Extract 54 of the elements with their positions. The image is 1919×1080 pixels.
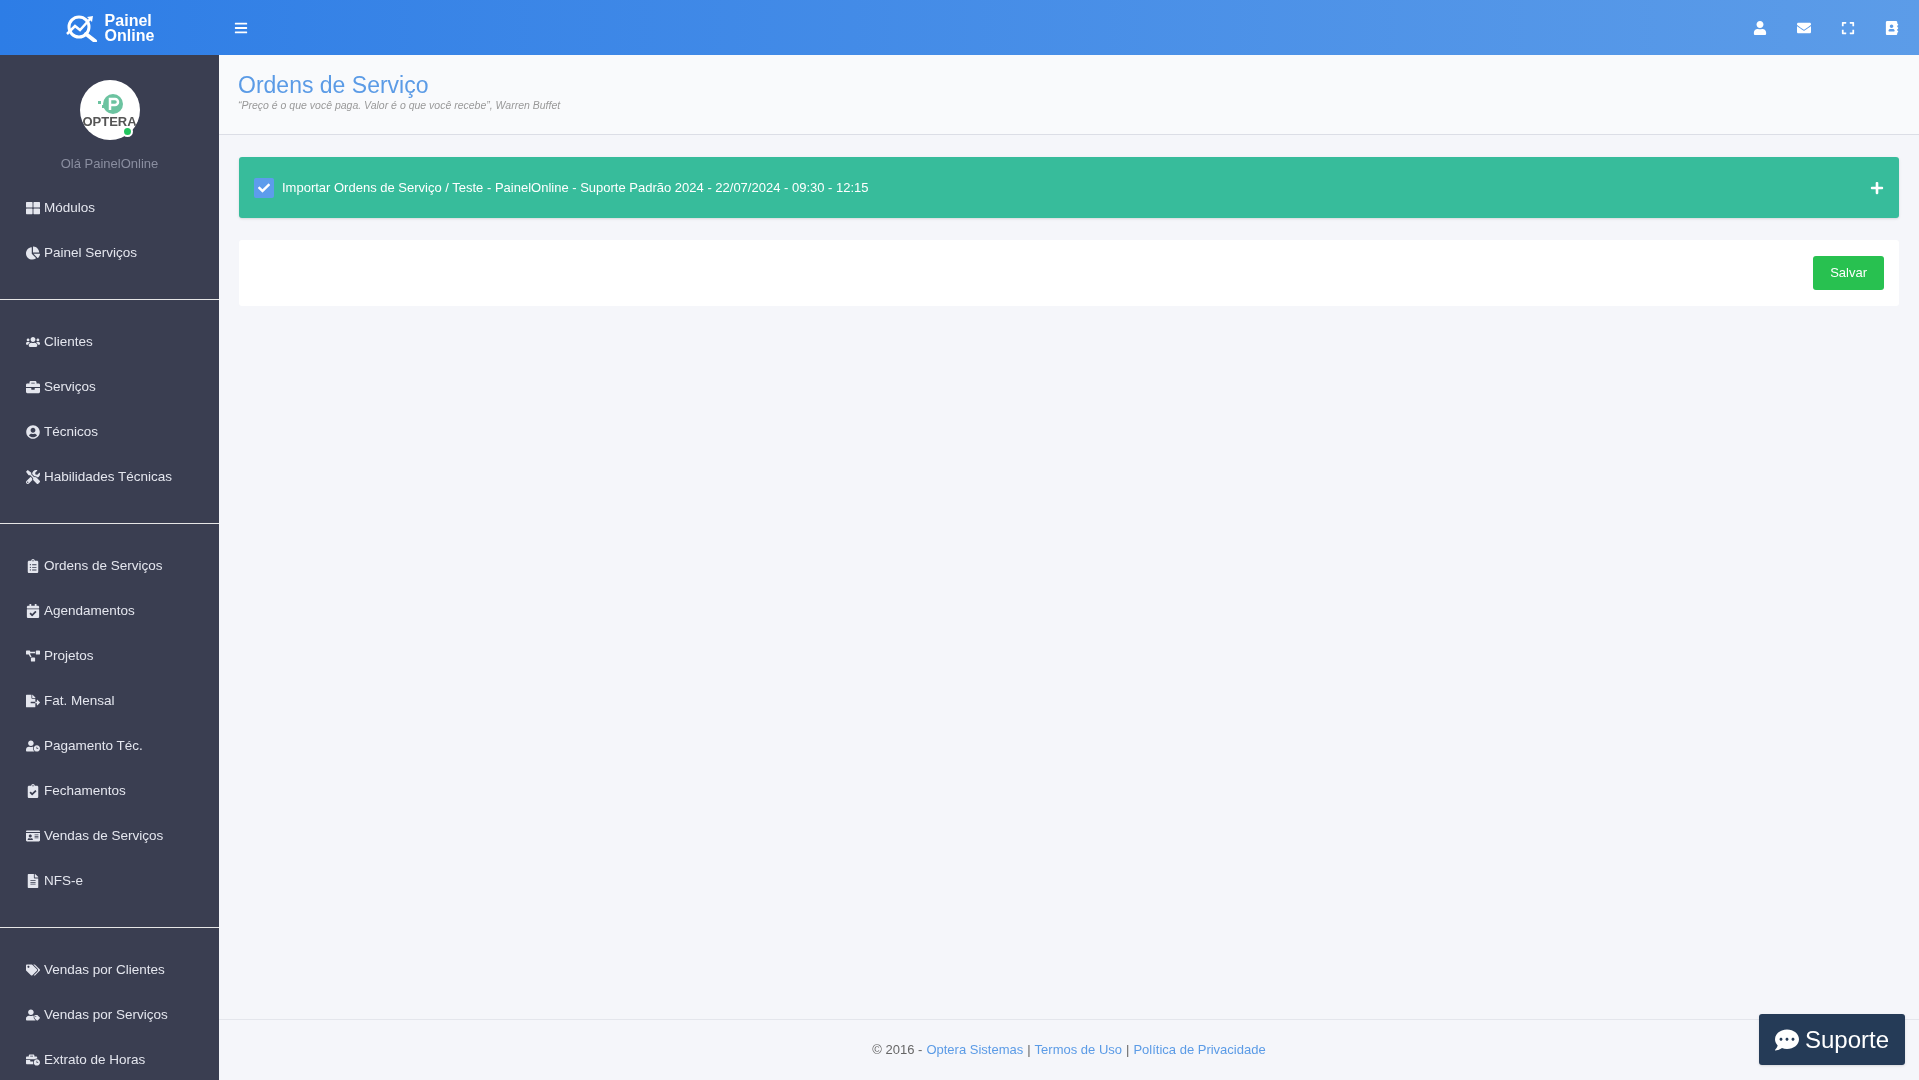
menu-icon[interactable] [234, 20, 248, 35]
separator: | [1126, 1041, 1130, 1060]
separator: | [1027, 1041, 1031, 1060]
page-title: Ordens de Serviço [238, 72, 430, 98]
diagram-icon [26, 649, 40, 663]
sidebar-item[interactable]: Agendamentos [0, 588, 219, 634]
address-book-icon[interactable] [1885, 20, 1899, 35]
panel-label: Importar Ordens de Serviço / Teste - PainelOnline - Suporte Padrão 2024 - 22/07/2024 - 09:30 - 12:15 [282, 178, 869, 197]
plus-icon[interactable] [1870, 180, 1884, 195]
chat-bubble-icon [1774, 1027, 1799, 1052]
sidebar-item[interactable]: Clientes [0, 319, 219, 365]
check-icon [258, 181, 270, 194]
briefcase-clock-icon [26, 1053, 40, 1067]
document-icon [26, 874, 40, 888]
sidebar-item[interactable]: Extrato de Horas [0, 1037, 219, 1080]
fullscreen-icon[interactable] [1841, 20, 1855, 35]
logo-icon [95, 92, 124, 115]
file-export-icon [26, 694, 40, 708]
sidebar-item[interactable]: Módulos [0, 185, 219, 231]
sidebar-item[interactable]: Habilidades Técnicas [0, 454, 219, 500]
user-icon[interactable] [1753, 20, 1767, 35]
sidebar-item[interactable]: Vendas de Serviços [0, 813, 219, 859]
grid-icon [26, 201, 40, 215]
copyright: © 2016 - [872, 1041, 923, 1060]
user-clock-icon [26, 739, 40, 753]
briefcase-icon [26, 380, 40, 394]
sidebar-item[interactable]: Fat. Mensal [0, 678, 219, 724]
brand-name: Online [104, 27, 155, 43]
calendar-check-icon [26, 604, 40, 618]
sidebar-item[interactable]: Projetos [0, 633, 219, 679]
pie-chart-icon [26, 246, 40, 260]
support-button[interactable]: Suporte [1759, 1014, 1905, 1065]
id-card-icon [26, 829, 40, 843]
greeting: Olá PainelOnline [60, 155, 159, 173]
sidebar-item[interactable]: Vendas por Clientes [0, 947, 219, 993]
tools-icon [26, 470, 40, 484]
envelope-icon[interactable] [1797, 20, 1811, 35]
sidebar-item[interactable]: Técnicos [0, 409, 219, 455]
checkbox[interactable] [254, 177, 274, 198]
avatar-text: OPTERA [82, 114, 137, 128]
sidebar-item[interactable]: Pagamento Téc. [0, 723, 219, 769]
quote: “Preço é o que você paga. Valor é o que você recebe”, Warren Buffet [238, 98, 562, 113]
tags-icon [26, 963, 40, 977]
user-tag-icon [26, 1008, 40, 1022]
sidebar-item[interactable]: NFS-e [0, 858, 219, 904]
sidebar-item[interactable]: Serviços [0, 364, 219, 410]
sidebar-item[interactable]: Painel Serviços [0, 230, 219, 276]
sidebar-item[interactable]: Vendas por Serviços [0, 992, 219, 1038]
brand-name: Painel [104, 12, 153, 28]
users-icon [26, 335, 40, 349]
sidebar-item[interactable]: Ordens de Serviços [0, 543, 219, 589]
clipboard-icon [26, 559, 40, 573]
clipboard-check-icon [26, 784, 40, 798]
sidebar-item[interactable]: Fechamentos [0, 768, 219, 814]
